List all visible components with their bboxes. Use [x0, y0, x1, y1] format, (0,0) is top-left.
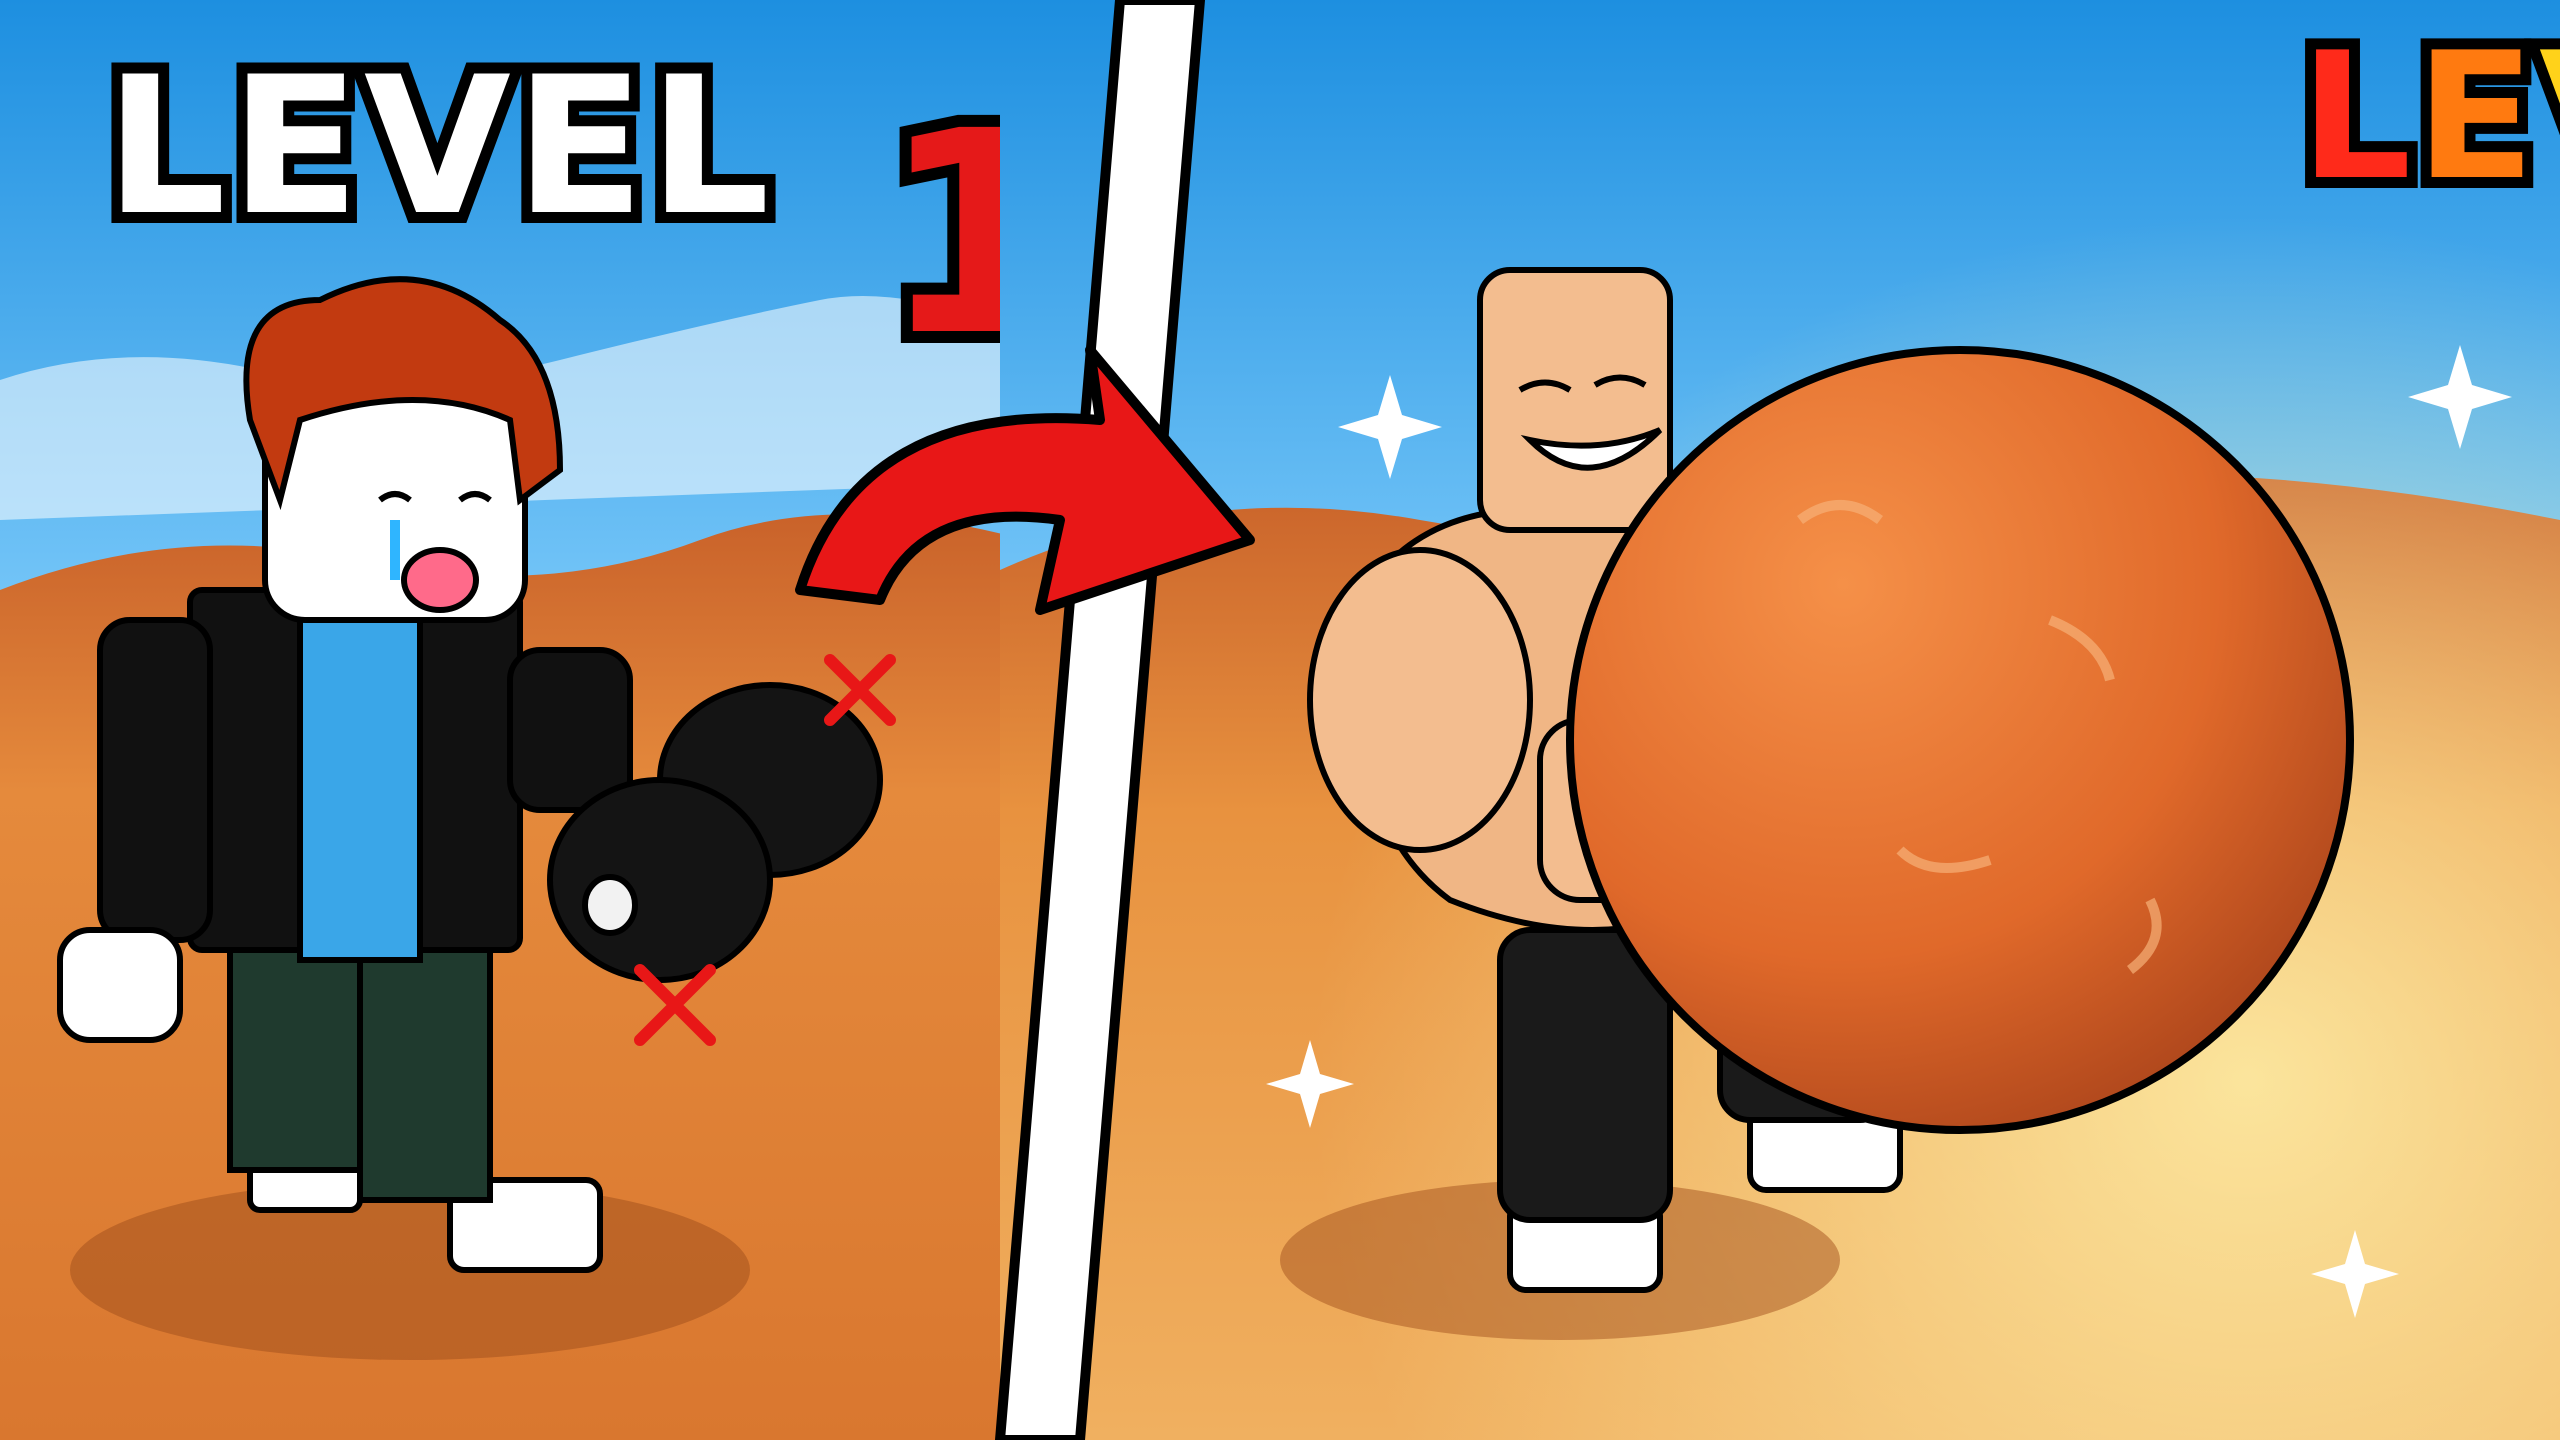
dumbbell-plate-front: [547, 777, 773, 983]
title-letter: L: [2289, 16, 2422, 219]
left-panel: LEVEL 1: [0, 0, 1090, 1440]
crying-mouth: [401, 547, 479, 613]
dumbbell-cap: [582, 874, 638, 936]
bicep: [1307, 547, 1533, 853]
level-1-title: LEVEL: [94, 36, 781, 257]
head: [262, 387, 528, 623]
title-letter: V: [2528, 16, 2560, 219]
boulder: [1566, 346, 2354, 1134]
blue-shirt: [297, 587, 423, 963]
right-arm: [507, 647, 633, 813]
title-letter: E: [2405, 16, 2546, 219]
head: [1477, 267, 1673, 533]
left-leg: [227, 927, 363, 1173]
left-arm: [97, 617, 213, 943]
right-leg: [357, 927, 493, 1203]
left-hand: [57, 927, 183, 1043]
shadow: [70, 1180, 750, 1360]
level-9999-title: LEVEL 9999: [2289, 19, 2560, 216]
right-panel: LEVEL 9999: [1000, 0, 2560, 1440]
thumbnail: LEVEL 1 LE: [0, 0, 2560, 1440]
